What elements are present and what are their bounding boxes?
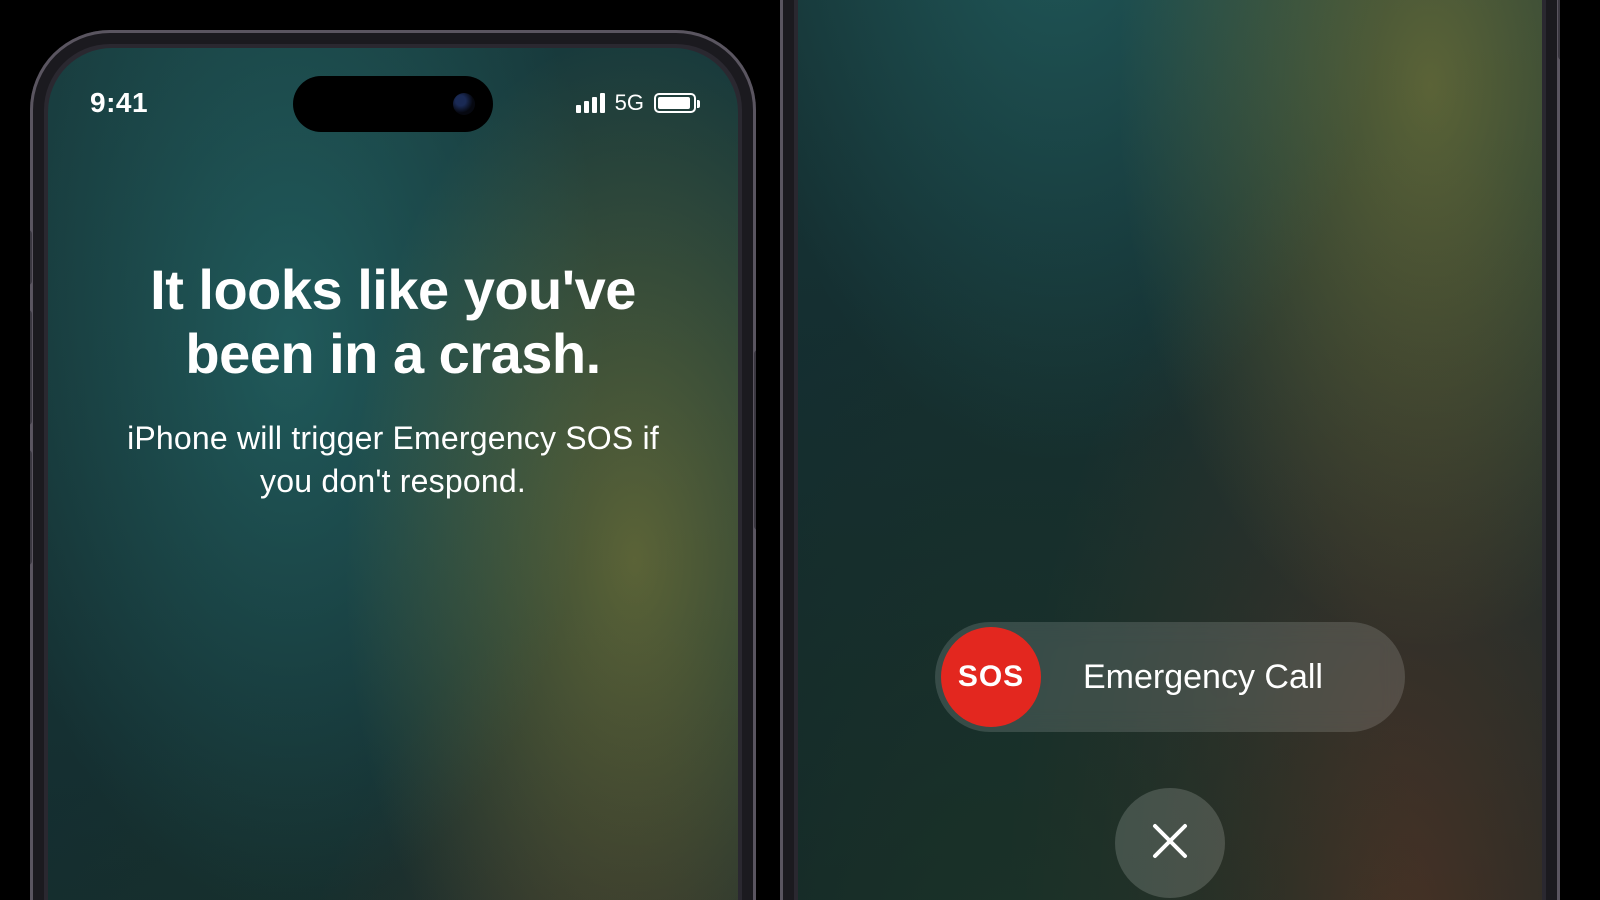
crash-headline: It looks like you've been in a crash. — [98, 258, 688, 387]
volume-down-button — [30, 450, 32, 565]
screen: SOS Emergency Call Cancel — [798, 0, 1542, 900]
sos-knob[interactable]: SOS — [941, 627, 1041, 727]
emergency-call-slider[interactable]: SOS Emergency Call — [935, 622, 1405, 732]
side-button — [1558, 0, 1560, 60]
front-camera-icon — [453, 93, 475, 115]
emergency-call-label: Emergency Call — [1041, 658, 1405, 697]
status-right: 5G — [576, 90, 696, 116]
cancel-group: Cancel — [1115, 788, 1225, 900]
screen: 9:41 5G It looks like you've been in a c… — [48, 48, 738, 900]
crash-subtext: iPhone will trigger Emergency SOS if you… — [98, 417, 688, 503]
side-button — [754, 350, 756, 530]
close-icon — [1147, 818, 1193, 869]
status-time: 9:41 — [90, 87, 148, 119]
volume-up-button — [30, 310, 32, 425]
crash-message: It looks like you've been in a crash. iP… — [98, 258, 688, 503]
sos-knob-label: SOS — [958, 660, 1024, 694]
cellular-signal-icon — [576, 93, 605, 113]
battery-icon — [654, 93, 696, 113]
dynamic-island — [293, 76, 493, 132]
stage: 9:41 5G It looks like you've been in a c… — [0, 0, 1600, 900]
iphone-emergency-call: SOS Emergency Call Cancel — [780, 0, 1560, 900]
cancel-button[interactable] — [1115, 788, 1225, 898]
network-type: 5G — [615, 90, 644, 116]
silence-switch — [30, 230, 32, 285]
iphone-crash-detection: 9:41 5G It looks like you've been in a c… — [30, 30, 756, 900]
